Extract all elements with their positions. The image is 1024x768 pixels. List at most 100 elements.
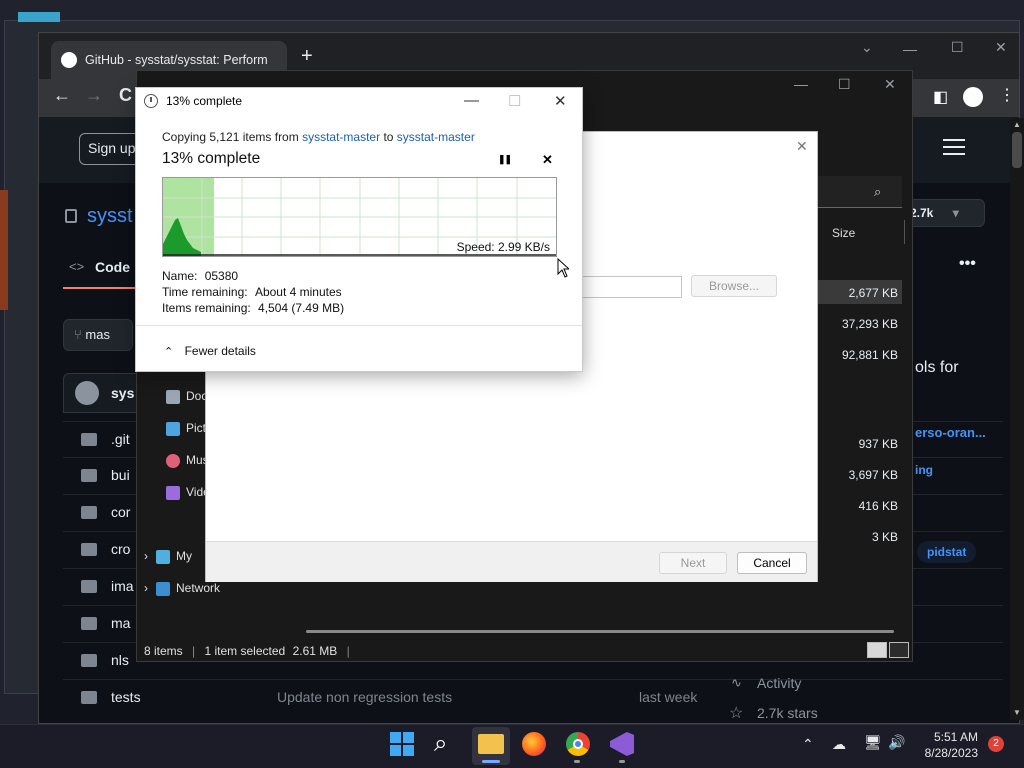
minimize-icon[interactable]: — [464, 92, 479, 109]
hamburger-icon[interactable] [943, 139, 965, 155]
status-bar: 8 items | 1 item selected 2.61 MB | [144, 644, 350, 658]
column-divider [904, 220, 905, 244]
scroll-up-icon[interactable]: ▲ [1013, 120, 1021, 129]
fewer-details-button[interactable]: ⌃ Fewer details [164, 344, 256, 358]
clock-time: 5:51 AM [933, 730, 978, 744]
selected-size: 2.61 MB [292, 644, 338, 658]
search-icon[interactable]: ⌕ [434, 730, 447, 758]
wizard-close-icon[interactable]: ✕ [796, 138, 808, 155]
star-icon: ☆ [729, 705, 744, 722]
cancel-button[interactable]: Cancel [737, 552, 807, 574]
topic-tag[interactable]: pidstat [917, 541, 977, 563]
nav-network[interactable]: › Network [144, 581, 220, 596]
tab-code[interactable]: Code [95, 259, 130, 275]
next-button[interactable]: Next [659, 552, 727, 574]
chevron-right-icon[interactable]: › [144, 581, 148, 595]
homepage-link[interactable]: erso-oran... [915, 425, 986, 440]
file-explorer-icon[interactable] [478, 734, 504, 754]
new-tab-button[interactable]: + [301, 45, 313, 68]
explorer-maximize-icon[interactable]: ☐ [838, 76, 851, 93]
more-options-icon[interactable]: ••• [959, 255, 976, 273]
network-icon [156, 581, 170, 596]
signup-button[interactable]: Sign up [79, 133, 141, 165]
maximize-icon[interactable]: ☐ [951, 39, 964, 56]
close-icon[interactable]: ✕ [554, 92, 567, 110]
repo-title[interactable]: sysst [87, 205, 133, 228]
cloud-offline-icon[interactable]: ☁ [832, 736, 846, 753]
maximize-icon: ☐ [508, 93, 522, 110]
clock[interactable]: 5:51 AM 8/28/2023 [922, 729, 978, 761]
scroll-down-icon[interactable]: ▼ [1013, 708, 1021, 717]
menu-dots-icon[interactable]: ⋮ [999, 85, 1015, 105]
copy-prefix: Copying 5,121 items from [162, 130, 299, 144]
tiles-view-button[interactable] [889, 642, 909, 658]
name-label: Name: [162, 269, 198, 283]
profile-icon[interactable] [963, 87, 983, 107]
running-indicator [619, 760, 625, 763]
branch-selector[interactable]: ⑂ mas [63, 319, 133, 351]
network-tray-icon[interactable]: 🖥 [864, 734, 882, 751]
file-name[interactable]: ima [111, 578, 134, 594]
pictures-icon [166, 421, 180, 436]
details-view-button[interactable] [867, 642, 887, 658]
status-divider: | [346, 644, 350, 658]
explorer-minimize-icon[interactable]: — [794, 76, 808, 92]
reload-button[interactable]: C [119, 85, 132, 106]
file-name[interactable]: bui [111, 467, 130, 483]
destination-link[interactable]: sysstat-master [397, 130, 475, 144]
table-row[interactable]: tests Update non regression tests last wee… [63, 679, 1003, 715]
selected-count: 1 item selected [204, 644, 286, 658]
browse-button[interactable]: Browse... [691, 275, 777, 297]
time-label: Time remaining: [162, 285, 248, 299]
explorer-close-icon[interactable]: ✕ [884, 76, 896, 93]
commit-message[interactable]: Update non regression tests [277, 689, 452, 705]
firefox-icon[interactable] [522, 732, 546, 756]
topic-tag[interactable]: ing [915, 463, 933, 477]
file-name[interactable]: cor [111, 504, 130, 520]
volume-icon[interactable]: 🔊 [888, 734, 905, 751]
search-icon[interactable]: ⌕ [874, 184, 881, 200]
avatar[interactable] [75, 381, 99, 405]
file-name[interactable]: .git [111, 431, 130, 447]
status-divider: | [192, 644, 196, 658]
chevron-down-icon[interactable]: ⌄ [861, 39, 873, 56]
document-icon [166, 389, 180, 404]
notification-badge[interactable]: 2 [988, 736, 1004, 752]
close-icon[interactable]: ✕ [995, 39, 1007, 56]
minimize-icon[interactable]: — [903, 41, 917, 57]
size-column-header[interactable]: Size [832, 226, 855, 240]
chevron-right-icon[interactable]: › [144, 549, 148, 563]
explorer-search-box[interactable] [818, 176, 902, 208]
page-scrollbar[interactable] [1010, 118, 1024, 720]
cancel-copy-button[interactable]: ✕ [542, 152, 553, 168]
file-name[interactable]: ma [111, 615, 130, 631]
activity-link[interactable]: Activity [757, 675, 801, 691]
destination-field[interactable] [582, 276, 682, 298]
tray-overflow-icon[interactable]: ⌃ [802, 736, 814, 753]
star-count-button[interactable]: 2.7k ▾ [903, 199, 985, 227]
horizontal-scrollbar[interactable] [306, 630, 894, 633]
start-icon[interactable] [390, 732, 414, 756]
back-button[interactable]: ← [53, 85, 71, 106]
file-size: 3,697 KB [848, 468, 898, 482]
detail-name: Name: 05380 [162, 269, 238, 283]
video-icon [166, 485, 180, 500]
code-icon: <> [69, 259, 85, 274]
forward-button[interactable]: → [85, 85, 103, 106]
nav-videos[interactable]: Vide [166, 485, 210, 500]
pause-button[interactable]: ❚❚ [498, 154, 512, 165]
nav-pictures[interactable]: Pict [166, 421, 206, 436]
file-name[interactable]: nls [111, 652, 129, 668]
sidebar-icon[interactable]: ◧ [933, 87, 948, 107]
stars-link[interactable]: 2.7k stars [757, 705, 818, 721]
nav-documents[interactable]: Doc [166, 389, 207, 404]
scrollbar-thumb[interactable] [1012, 132, 1022, 168]
file-name[interactable]: tests [111, 689, 141, 705]
chrome-icon[interactable] [566, 732, 590, 756]
repo-icon [65, 209, 77, 223]
nav-this-pc[interactable]: › My [144, 549, 192, 564]
source-link[interactable]: sysstat-master [302, 130, 380, 144]
commit-owner[interactable]: sys [111, 385, 134, 401]
nav-music[interactable]: Mus [166, 453, 209, 468]
file-name[interactable]: cro [111, 541, 130, 557]
